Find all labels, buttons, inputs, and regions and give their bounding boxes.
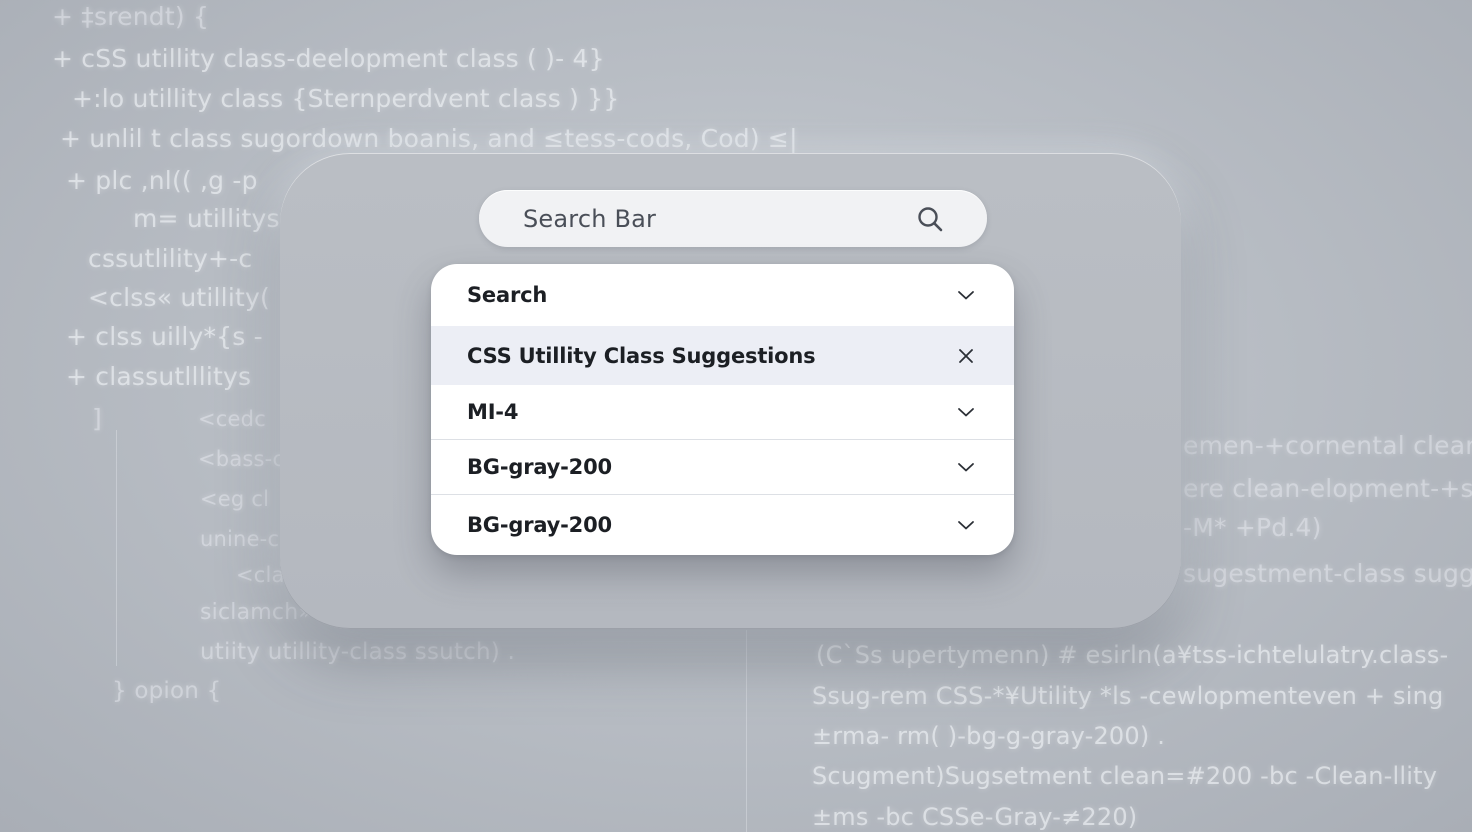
code-line: <bass-c <box>198 447 285 471</box>
code-line: ±rma- rm( )-bg-g-gray-200) . <box>812 722 1166 750</box>
code-line: + plc ,nl(( ,g -p <box>66 166 258 195</box>
code-line: -M* +Pd.4) <box>1183 513 1322 542</box>
indent-guide <box>746 630 747 832</box>
dropdown-item-label: BG-gray-200 <box>467 455 612 479</box>
dropdown-item-search[interactable]: Search <box>431 264 1014 326</box>
code-line: emen-+cornental clean <box>1183 431 1472 460</box>
code-line: ere clean-elopment-+s <box>1183 474 1472 503</box>
code-line: <cedc <box>198 407 266 431</box>
chevron-down-icon[interactable] <box>954 400 978 424</box>
code-line: Scugment)Sugsetment clean=#200 -bc -Clea… <box>812 762 1438 790</box>
dropdown-item-label: BG-gray-200 <box>467 513 612 537</box>
code-line: + unlil t class sugordown boanis, and ≤t… <box>60 124 798 153</box>
code-line: } opion { <box>112 678 222 704</box>
code-line: + ‡srendt) { <box>52 2 210 31</box>
search-bar[interactable]: Search Bar <box>479 190 987 247</box>
dropdown-item-css-utility-suggestions[interactable]: CSS Utillity Class Suggestions <box>431 326 1014 385</box>
chevron-down-icon[interactable] <box>954 283 978 307</box>
code-line: (C`Ss upertymenn) # esirln(a¥tss-ichtelu… <box>816 641 1449 669</box>
suggestions-dropdown: Search CSS Utillity Class Suggestions MI… <box>431 264 1014 555</box>
close-icon[interactable] <box>954 344 978 368</box>
chevron-down-icon[interactable] <box>954 455 978 479</box>
dropdown-item-mi-4[interactable]: MI-4 <box>431 385 1014 439</box>
code-line: utiity utillity-class ssutch) . <box>200 639 515 665</box>
code-line: sugestment-class sugge <box>1183 559 1472 588</box>
code-line: + clss uilly*{s - <box>66 322 263 351</box>
code-line: Ssug-rem CSS-*¥Utility *ls -cewlopmentev… <box>812 682 1444 710</box>
search-icon[interactable] <box>915 204 945 234</box>
dropdown-item-label: Search <box>467 283 548 307</box>
code-line: +:lo utillity class {Sternperdvent class… <box>72 84 620 113</box>
code-line: m= utillitys <box>133 204 280 233</box>
code-line: unine-c <box>200 527 280 551</box>
dropdown-item-bg-gray-200[interactable]: BG-gray-200 <box>431 439 1014 494</box>
search-input[interactable]: Search Bar <box>523 205 915 233</box>
dropdown-item-bg-gray-200[interactable]: BG-gray-200 <box>431 494 1014 555</box>
dropdown-item-label: MI-4 <box>467 400 519 424</box>
code-line: <clss« utillity( <box>88 283 270 312</box>
code-line: + cSS utillity class-deelopment class ( … <box>52 44 605 73</box>
indent-guide <box>116 430 117 666</box>
dropdown-item-label: CSS Utillity Class Suggestions <box>467 343 816 368</box>
code-line: ] <box>92 404 102 433</box>
chevron-down-icon[interactable] <box>954 513 978 537</box>
code-line: + classutlllitys <box>66 362 252 391</box>
code-line: cssutlility+-c <box>88 244 253 273</box>
code-line: ±ms -bc CSSe-Gray-≠220) <box>812 803 1138 831</box>
code-line: <eg cl <box>200 487 270 511</box>
